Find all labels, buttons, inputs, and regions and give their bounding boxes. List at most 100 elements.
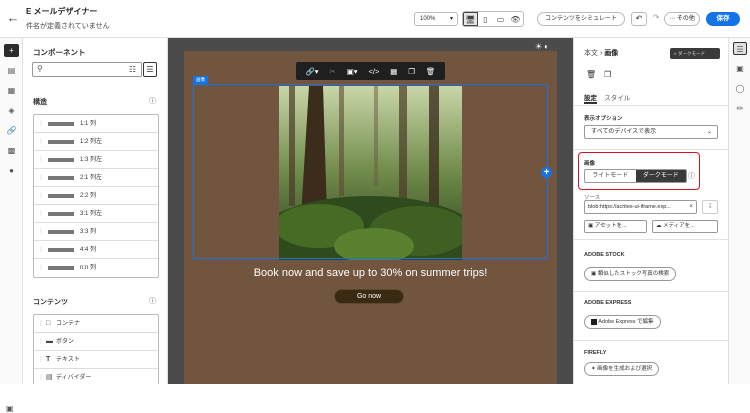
undo-icon[interactable]: ↶ (631, 12, 647, 26)
list-item[interactable]: ⋮ ▤ ディバイダー (34, 369, 158, 384)
alert-icon[interactable]: ● (4, 164, 19, 177)
list-item-label: 4:4 列 (80, 247, 97, 253)
list-item[interactable]: ⋮ ▬ ボタン (34, 333, 158, 351)
copy-icon[interactable]: ❐ (604, 70, 611, 79)
save-button[interactable]: 保存 (706, 12, 740, 26)
list-item[interactable]: ⋮ 2:2 列 (34, 187, 158, 205)
list-item[interactable]: ⋮ T テキスト (34, 351, 158, 369)
breadcrumb-root[interactable]: 本文 (584, 50, 598, 57)
light-mode-option[interactable]: ライトモード (585, 170, 636, 182)
structure-list: ⋮ 1:1 列 ⋮ 1:2 列左 ⋮ 1:3 列左 ⋮ 2:1 列左 ⋮ 2:2 列 ⋮ 3… (33, 114, 159, 278)
back-arrow-icon[interactable]: ← (6, 11, 20, 25)
info-icon[interactable]: ⓘ (149, 296, 156, 306)
simulate-content-button[interactable]: コンテンツをシミュレート (537, 12, 625, 26)
list-item-label: コンテナ (56, 321, 81, 327)
device-toggle-group: 🖥 ▯ ▭ 👁 (462, 11, 524, 27)
image-icon[interactable]: ▣ (733, 62, 747, 75)
add-block-icon[interactable]: + (541, 167, 552, 178)
stock-search-button[interactable]: ▣ 類似したストック写真の検索 (584, 267, 677, 281)
source-input[interactable]: blob:https://acrites-ui-iframe.exp... × (584, 200, 697, 214)
list-item[interactable]: ⋮ 1:2 列左 (34, 133, 158, 151)
crop-icon[interactable]: ✂ (329, 67, 335, 76)
layers-icon[interactable]: ◈ (4, 104, 19, 117)
desktop-icon[interactable]: 🖥 (463, 12, 478, 26)
redo-icon[interactable]: ↷ (649, 12, 663, 26)
column-icon (48, 230, 74, 234)
filter-icon[interactable]: ☷ (126, 62, 139, 77)
media-button-label: メディアを... (663, 223, 695, 229)
tab-settings[interactable]: 設定 (584, 95, 597, 102)
delete-icon[interactable]: 🗑 (426, 67, 436, 76)
tablet-icon[interactable]: ▭ (493, 12, 508, 26)
image-tag: 画像 (193, 76, 208, 84)
list-item[interactable]: ⋮ 3:3 列 (34, 223, 158, 241)
email-headline[interactable]: Book now and save up to 30% on summer tr… (184, 267, 557, 279)
duplicate-icon[interactable]: ❐ (408, 67, 415, 76)
chevron-down-icon: ⌄ (706, 129, 712, 135)
zoom-select[interactable]: 100% ▾ (414, 12, 458, 26)
cta-button[interactable]: Go now (334, 289, 404, 304)
list-item-label: 3:1 列左 (80, 211, 103, 217)
page-title: E メールデザイナー (26, 7, 98, 16)
layout-icon[interactable]: ▤ (4, 64, 19, 77)
stock-search-label: 類似したストック写真の検索 (597, 271, 670, 277)
drag-handle-icon: ⋮ (38, 175, 44, 181)
fragments-icon[interactable]: ▦ (4, 84, 19, 97)
add-icon[interactable]: + (4, 44, 19, 57)
column-icon (48, 194, 74, 198)
shield-icon[interactable]: ◯ (733, 82, 747, 95)
link-icon[interactable]: 🔗 (4, 124, 19, 137)
mobile-icon[interactable]: ▯ (478, 12, 493, 26)
content-heading: コンテンツ (33, 299, 68, 306)
drag-handle-icon: ⋮ (38, 321, 44, 327)
media-button[interactable]: ☁ メディアを... (652, 220, 718, 233)
tab-indicator (584, 102, 597, 104)
column-icon (48, 158, 74, 162)
brush-icon[interactable]: ✏ (733, 102, 747, 115)
firefly-label: FIREFLY (584, 350, 607, 356)
express-edit-button[interactable]: Adobe Express で編集 (584, 315, 661, 329)
grid-icon[interactable]: ▦ (390, 67, 397, 76)
dark-mode-badge-label: ダークモード (677, 51, 705, 56)
divider (574, 105, 729, 106)
dark-mode-option[interactable]: ダークモード (635, 170, 686, 182)
trash-icon[interactable]: 🗑 (586, 70, 596, 79)
assets-icon[interactable]: ▩ (4, 144, 19, 157)
image-icon[interactable]: ▣▾ (347, 67, 358, 76)
code-icon[interactable]: </> (368, 67, 379, 76)
list-item[interactable]: ⋮ n:n 列 (34, 259, 158, 277)
breadcrumb-current: 画像 (604, 50, 619, 57)
divider (574, 239, 729, 240)
drag-handle-icon: ⋮ (38, 121, 44, 127)
list-item-label: 2:1 列左 (80, 175, 103, 181)
list-item[interactable]: ⋮ 3:1 列左 (34, 205, 158, 223)
top-bar: ← E メールデザイナー 件名が定義されていません 100% ▾ 🖥 ▯ ▭ 👁 … (0, 0, 750, 38)
link-icon[interactable]: 🔗▾ (305, 67, 318, 76)
list-item[interactable]: ⋮ 1:3 列左 (34, 151, 158, 169)
divider (574, 340, 729, 341)
help-icon[interactable]: ▣ (6, 404, 14, 413)
firefly-generate-button[interactable]: ✦ 画像を生成および選択 (584, 362, 660, 376)
tab-style[interactable]: スタイル (604, 95, 630, 102)
asset-button[interactable]: ▣ アセットを... (584, 220, 647, 233)
list-item-label: ディバイダー (56, 375, 92, 381)
list-item[interactable]: ⋮ 1:1 列 (34, 115, 158, 133)
more-button[interactable]: ⋯ その他 (664, 12, 700, 26)
theme-toggle[interactable]: ☀ ◐ (530, 41, 554, 52)
properties-icon[interactable]: ☰ (733, 42, 747, 55)
chevron-down-icon: ▾ (449, 16, 453, 22)
info-icon[interactable]: ⓘ (149, 96, 156, 106)
column-icon (48, 140, 74, 144)
download-icon[interactable]: ↧ (702, 200, 718, 214)
adobe-stock-label: ADOBE STOCK (584, 252, 625, 258)
display-select[interactable]: すべてのデバイスで表示 ⌄ (584, 125, 718, 139)
list-item[interactable]: ⋮ □ コンテナ (34, 315, 158, 333)
source-value: blob:https://acrites-ui-iframe.exp... (588, 204, 671, 210)
list-item[interactable]: ⋮ 2:1 列左 (34, 169, 158, 187)
info-icon[interactable]: ⓘ (688, 171, 695, 181)
list-view-icon[interactable]: ☰ (143, 62, 157, 77)
list-item[interactable]: ⋮ 4:4 列 (34, 241, 158, 259)
clear-icon[interactable]: × (689, 201, 693, 213)
components-panel: コンポーネント ⚲ ☷ ☰ 構造 ⓘ ⋮ 1:1 列 ⋮ 1:2 列左 ⋮ 1:3 列… (23, 38, 168, 384)
eye-icon[interactable]: 👁 (508, 12, 523, 26)
